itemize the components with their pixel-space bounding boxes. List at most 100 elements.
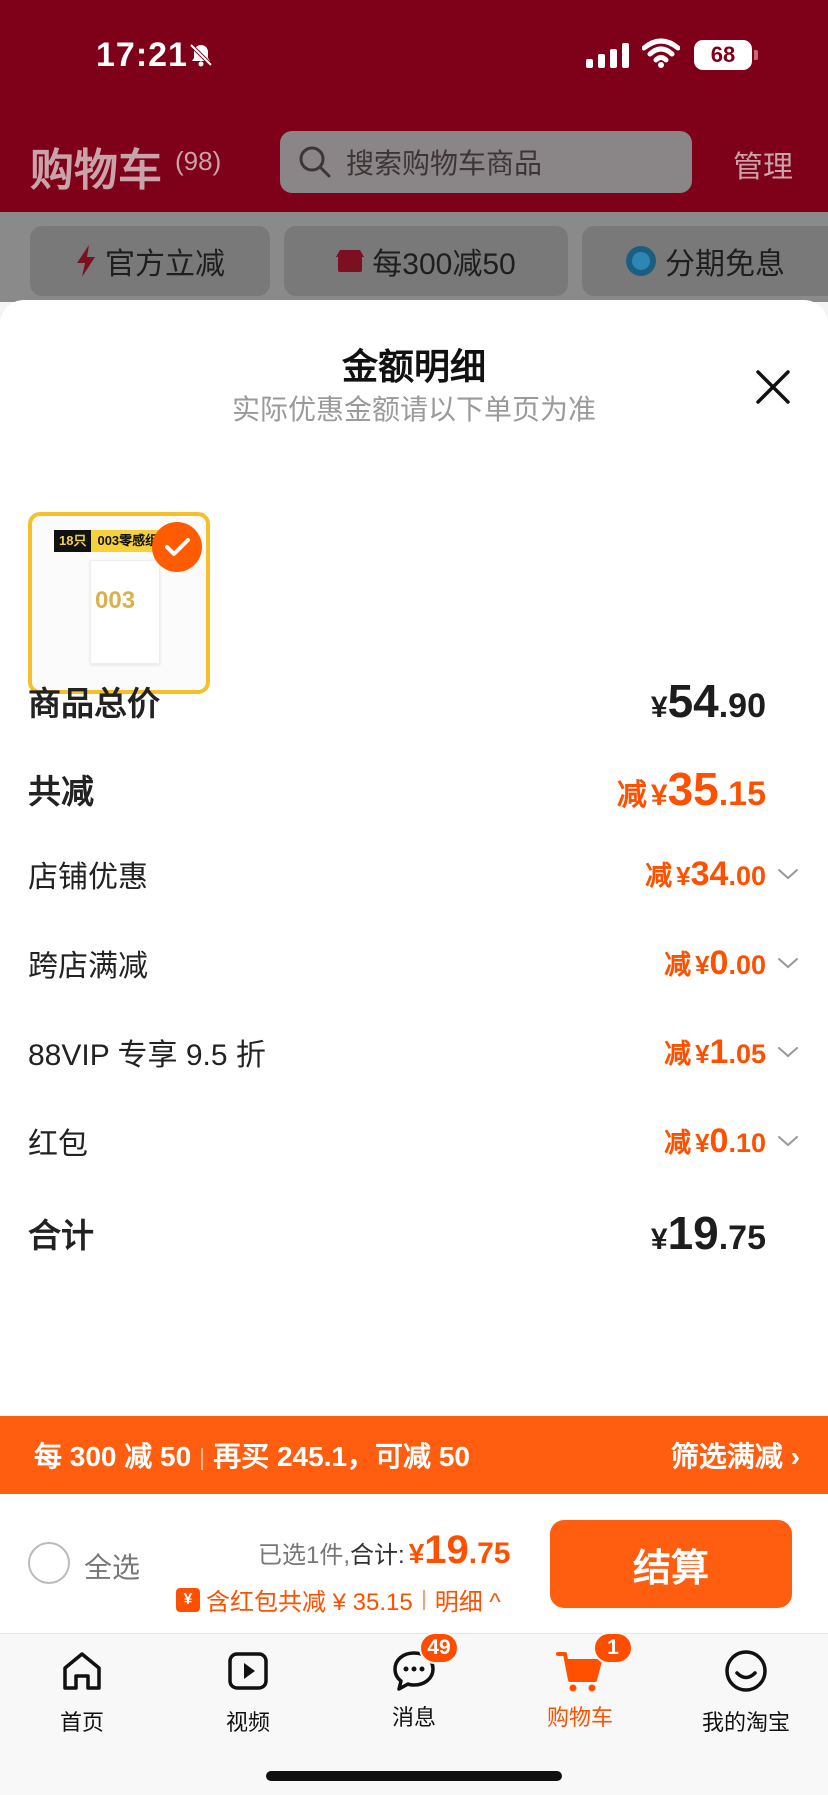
installment-icon (626, 246, 656, 276)
currency-symbol: ¥ (695, 950, 710, 980)
product-tag-count: 18只 (54, 530, 92, 552)
message-icon-wrap: 49 (389, 1632, 459, 1696)
product-box-text: 003 (95, 587, 136, 614)
selected-check-icon (152, 522, 202, 572)
tab-label: 首页 (59, 1710, 104, 1735)
yen-badge-icon: ¥ (176, 1587, 200, 1612)
promo-official-discount[interactable]: 官方立减 (30, 226, 270, 296)
search-placeholder: 搜索购物车商品 (346, 148, 543, 179)
price-dec: .75 (468, 1537, 511, 1570)
select-all-label[interactable]: 全选 (84, 1546, 140, 1586)
battery-cap (754, 50, 758, 60)
discount-text: 含红包共减 ¥ 35.15 (206, 1589, 413, 1616)
search-input[interactable]: 搜索购物车商品 (280, 131, 692, 193)
selected-summary: 已选1件, 合计: ¥ 19 .75 (258, 1528, 510, 1573)
minus-label: 减 (664, 1128, 692, 1158)
minus-label: 减 (664, 1039, 692, 1069)
row-amount: 减 ¥ 1 .05 (664, 1032, 766, 1072)
tab-cart[interactable]: 1 购物车 (520, 1632, 640, 1732)
video-icon (228, 1652, 268, 1690)
tab-my-taobao[interactable]: 我的淘宝 (686, 1646, 806, 1737)
amount-int: 19 (667, 1207, 719, 1259)
amount-int: 0 (709, 944, 729, 982)
cart-icon-wrap: 1 (555, 1632, 633, 1696)
amount-int: 54 (667, 675, 719, 727)
row-red-packet[interactable]: 红包 减 ¥ 0 .10 (28, 1119, 800, 1163)
settle-button[interactable]: 结算 (550, 1520, 792, 1608)
promo-label: 分期免息 (665, 248, 785, 281)
row-amount: ¥ 54 .90 (651, 674, 766, 728)
battery-indicator: 68 (694, 40, 752, 70)
tab-label: 消息 (391, 1705, 436, 1730)
sheet-subtitle: 实际优惠金额请以下单页为准 (231, 394, 596, 425)
minus-label: 减 (664, 950, 692, 980)
tab-video[interactable]: 视频 (188, 1646, 308, 1737)
unread-badge: 49 (419, 1632, 459, 1664)
row-cross-store-discount[interactable]: 跨店满减 减 ¥ 0 .00 (28, 941, 800, 985)
tab-label: 视频 (225, 1710, 270, 1735)
row-amount: 减 ¥ 34 .00 (645, 854, 766, 894)
row-label: 店铺优惠 (28, 861, 148, 894)
minus-label: 减 (645, 861, 673, 891)
checkout-bar: 全选 已选1件, 合计: ¥ 19 .75 ¥ 含红包共减 ¥ 35.15 明细… (0, 1494, 828, 1634)
row-label: 红包 (28, 1128, 88, 1161)
chevron-down-icon[interactable] (776, 862, 800, 886)
row-goods-total: 商品总价 ¥ 54 .90 (28, 674, 800, 728)
amount-dec: .90 (718, 687, 766, 725)
cart-count: (98) (175, 146, 222, 176)
sum-label: 合计: (350, 1542, 405, 1569)
divider (201, 1447, 204, 1470)
tab-messages[interactable]: 49 消息 (354, 1632, 474, 1732)
amount-dec: .00 (728, 950, 766, 980)
promo-installment[interactable]: 分期免息 (582, 226, 828, 296)
chevron-down-icon[interactable] (776, 1129, 800, 1153)
amount-dec: .10 (728, 1128, 766, 1158)
detail-toggle[interactable]: 明细 ^ (435, 1582, 501, 1617)
chevron-down-icon[interactable] (776, 1040, 800, 1064)
tab-home[interactable]: 首页 (22, 1646, 142, 1737)
row-label: 88VIP 专享 9.5 折 (28, 1039, 266, 1072)
select-all-radio[interactable] (28, 1542, 70, 1584)
amount-dec: .75 (718, 1219, 766, 1257)
row-amount: 减 ¥ 35 .15 (617, 762, 766, 816)
amount-int: 1 (709, 1033, 729, 1071)
lightning-icon (77, 245, 95, 277)
tab-label: 购物车 (546, 1705, 613, 1730)
shop-icon (336, 250, 365, 272)
amount-dec: .00 (728, 861, 766, 891)
row-88vip-discount[interactable]: 88VIP 专享 9.5 折 减 ¥ 1 .05 (28, 1030, 800, 1074)
row-label: 跨店满减 (28, 950, 148, 983)
promo-bar: 每 300 减 50 再买 245.1，可减 50 筛选满减 › (0, 1416, 828, 1494)
tab-label: 我的淘宝 (701, 1710, 790, 1735)
currency-symbol: ¥ (695, 1039, 710, 1069)
currency-symbol: ¥ (695, 1128, 710, 1158)
page-title: 购物车 (30, 146, 162, 195)
currency-symbol: ¥ (408, 1538, 425, 1569)
promo-bar-hint: 再买 245.1，可减 50 (213, 1441, 470, 1472)
product-box-image: 003 (90, 560, 160, 664)
amount-dec: .05 (728, 1039, 766, 1069)
manage-button[interactable]: 管理 (733, 142, 793, 186)
price-int: 19 (424, 1528, 469, 1572)
row-label: 合计 (28, 1217, 94, 1254)
promo-300-minus-50[interactable]: 每300减50 (284, 226, 568, 296)
promo-label: 每300减50 (372, 248, 516, 281)
signal-icon (586, 42, 629, 68)
bell-muted-icon (189, 43, 213, 67)
filter-discount-link[interactable]: 筛选满减 › (671, 1435, 800, 1475)
home-indicator[interactable] (266, 1771, 562, 1781)
total-price: ¥ 19 .75 (409, 1528, 511, 1573)
currency-symbol: ¥ (650, 779, 668, 812)
chevron-down-icon[interactable] (776, 951, 800, 975)
discount-summary[interactable]: ¥ 含红包共减 ¥ 35.15 明细 ^ (176, 1582, 501, 1617)
sheet-title: 金额明细 (341, 346, 486, 387)
row-shop-discount[interactable]: 店铺优惠 减 ¥ 34 .00 (28, 852, 800, 896)
row-total-discount: 共减 减 ¥ 35 .15 (28, 762, 800, 816)
currency-symbol: ¥ (676, 861, 691, 891)
promo-label: 官方立减 (105, 248, 225, 281)
divider (422, 1589, 425, 1610)
home-icon (63, 1652, 101, 1690)
product-tag: 18只 003零感组 (54, 530, 165, 552)
close-icon[interactable] (752, 366, 794, 408)
row-grand-total: 合计 ¥ 19 .75 (28, 1206, 800, 1260)
